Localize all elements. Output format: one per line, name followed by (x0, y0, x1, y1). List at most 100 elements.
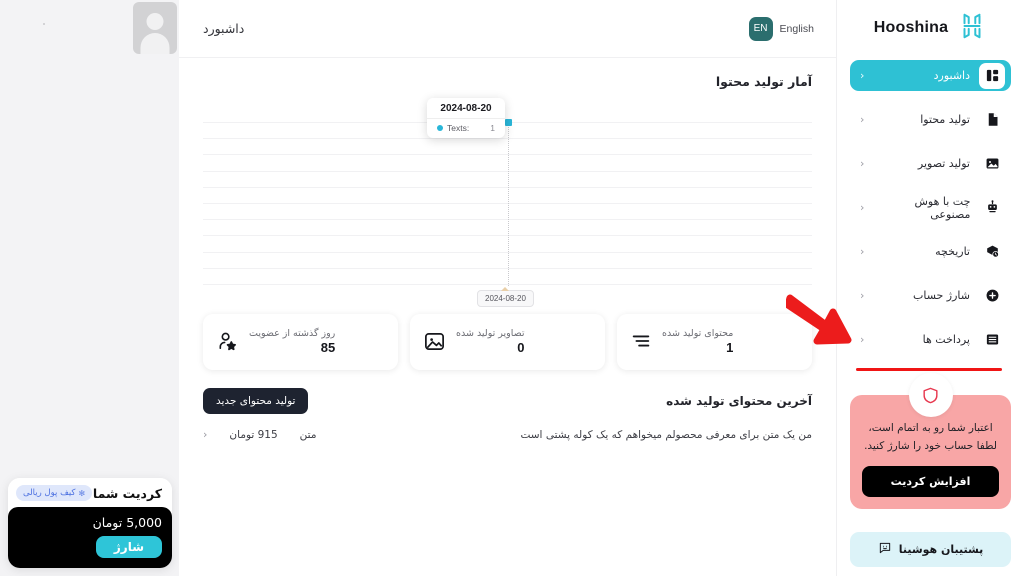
document-icon (979, 107, 1005, 133)
chevron-left-icon: ‹ (860, 113, 865, 126)
robot-icon (979, 195, 1005, 221)
chevron-left-icon: ‹ (860, 157, 865, 170)
tooltip-date: 2024-08-20 (427, 98, 505, 119)
stat-card-membership-days[interactable]: روز گذشته از عضویت 85 (203, 314, 398, 370)
wallet-charge-button[interactable]: شارژ (95, 536, 162, 558)
shield-icon (908, 373, 953, 417)
nav-item-content: تاریخچه (935, 239, 1005, 265)
language-badge: EN (748, 16, 773, 41)
sidebar-item-label: تولید تصویر (917, 157, 970, 170)
sidebar-item-payments[interactable]: پرداخت ها ‹ (850, 324, 1011, 355)
avatar[interactable] (133, 2, 177, 54)
chart-tooltip: 2024-08-20 1 :Texts (427, 98, 505, 138)
nav-item-content: تولید تصویر (918, 151, 1005, 177)
support-button[interactable]: پشتیبان هوشینا (850, 532, 1011, 567)
stat-cards: محتوای تولید شده 1 تصاویر تولید شده 0 رو… (203, 314, 812, 370)
tooltip-series: :Texts (437, 123, 469, 133)
history-clock-icon (979, 239, 1005, 265)
sparkle-icon: ✻ (78, 488, 86, 498)
chart-section-title: آمار تولید محتوا (715, 74, 812, 89)
content-stats-chart[interactable]: 2024-08-20 1 :Texts 2024-08-20 (203, 98, 812, 307)
brand[interactable]: Hooshina (837, 0, 1024, 56)
chevron-left-icon: ‹ (860, 69, 865, 82)
sidebar-item-content-generation[interactable]: تولید محتوا ‹ (850, 104, 1011, 135)
wallet-type-badge[interactable]: ✻ کیف پول ریالی (16, 485, 93, 501)
dashboard-grid-icon (979, 62, 1005, 89)
support-label: پشتیبان هوشینا (898, 543, 984, 556)
sidebar-item-account-charge[interactable]: شارژ حساب ‹ (850, 280, 1011, 311)
stat-card-content-generated[interactable]: محتوای تولید شده 1 (617, 314, 812, 370)
chart-data-point[interactable] (505, 119, 512, 126)
increase-credit-button[interactable]: افزایش کردیت (862, 465, 999, 497)
nav-item-content: چت با هوش مصنوعی (872, 195, 1005, 221)
app-root: کردیت شما ✻ کیف پول ریالی 5,000 تومان شا… (0, 0, 1024, 576)
brand-name: Hooshina (873, 19, 949, 36)
image-icon (423, 330, 446, 353)
recent-content-description: من یک متن برای معرفی محصولم میخواهم که ی… (520, 428, 812, 441)
language-switcher[interactable]: English EN (748, 16, 814, 41)
stat-value: 85 (320, 339, 336, 355)
nav-item-content: پرداخت ها (923, 327, 1005, 353)
recent-content-price: 915 تومان (229, 428, 278, 441)
chevron-left-icon: ‹ (860, 245, 865, 258)
axis-label-text: 2024-08-20 (485, 294, 526, 303)
sidebar: Hooshina داشبورد ‹ تولید محتوا ‹ تولید ت… (836, 0, 1024, 576)
stat-label: روز گذشته از عضویت (249, 327, 336, 339)
sidebar-item-label: داشبورد (933, 69, 970, 82)
recent-content-row[interactable]: من یک متن برای معرفی محصولم میخواهم که ی… (203, 428, 812, 441)
sidebar-item-label: تولید محتوا (920, 113, 970, 126)
lines-list-icon (630, 330, 652, 352)
chart-x-axis-label: 2024-08-20 (477, 287, 534, 307)
chat-smile-icon (878, 541, 892, 558)
nav-item-content: شارژ حساب (913, 283, 1005, 309)
stat-text: روز گذشته از عضویت 85 (249, 328, 335, 355)
chevron-left-icon[interactable]: ‹ (203, 428, 207, 441)
page-title: داشبورد (203, 21, 245, 36)
credit-alert-card: اعتبار شما رو به اتمام است، لطفا حساب خو… (850, 373, 1011, 509)
axis-label-caret (501, 287, 510, 291)
sidebar-item-ai-chat[interactable]: چت با هوش مصنوعی ‹ (850, 192, 1011, 223)
chevron-left-icon: ‹ (860, 333, 865, 346)
wallet-body: 5,000 تومان شارژ (8, 507, 172, 568)
decorative-speck (43, 23, 45, 25)
top-bar: English EN داشبورد (179, 0, 836, 58)
sidebar-item-dashboard[interactable]: داشبورد ‹ (850, 60, 1011, 91)
avatar-body (140, 33, 170, 54)
user-star-icon (216, 330, 239, 353)
avatar-head (146, 13, 164, 30)
chart-section-header: آمار تولید محتوا (179, 58, 836, 90)
image-icon (979, 151, 1005, 177)
stat-value: 1 (726, 339, 734, 355)
payments-list-icon (979, 327, 1005, 353)
sidebar-item-label: پرداخت ها (922, 333, 970, 346)
tooltip-series-name: :Texts (447, 123, 470, 133)
credit-alert-text: اعتبار شما رو به اتمام است، لطفا حساب خو… (864, 422, 997, 453)
main-panel: English EN داشبورد آمار تولید محتوا 2024… (179, 0, 836, 576)
sidebar-item-history[interactable]: تاریخچه ‹ (850, 236, 1011, 267)
plus-circle-icon (979, 283, 1005, 309)
annotation-underline (856, 368, 1002, 371)
stat-card-images-generated[interactable]: تصاویر تولید شده 0 (410, 314, 605, 370)
stat-text: محتوای تولید شده 1 (662, 328, 733, 355)
stat-label: تصاویر تولید شده (456, 327, 525, 339)
sidebar-nav: داشبورد ‹ تولید محتوا ‹ تولید تصویر ‹ چت… (837, 56, 1024, 355)
recent-content-title: آخرین محتوای تولید شده (666, 394, 812, 408)
chart-crosshair (508, 122, 509, 286)
nav-item-content: داشبورد (933, 62, 1005, 89)
language-label: English (779, 22, 814, 35)
new-content-button[interactable]: تولید محتوای جدید (203, 388, 309, 414)
chevron-left-icon: ‹ (860, 289, 865, 302)
left-gutter: کردیت شما ✻ کیف پول ریالی 5,000 تومان شا… (0, 0, 179, 576)
tooltip-color-swatch (437, 125, 443, 131)
stat-value: 0 (517, 339, 525, 355)
wallet-header: کردیت شما ✻ کیف پول ریالی (8, 478, 172, 507)
stat-label: محتوای تولید شده (662, 327, 734, 339)
sidebar-item-image-generation[interactable]: تولید تصویر ‹ (850, 148, 1011, 179)
sidebar-item-label: شارژ حساب (912, 289, 970, 302)
stat-text: تصاویر تولید شده 0 (456, 328, 525, 355)
sidebar-item-label: چت با هوش مصنوعی (914, 194, 971, 221)
recent-content-header: آخرین محتوای تولید شده تولید محتوای جدید (203, 388, 812, 414)
recent-content-type: متن (299, 428, 317, 441)
tooltip-value: 1 (490, 123, 495, 133)
nav-item-content: تولید محتوا (920, 107, 1005, 133)
